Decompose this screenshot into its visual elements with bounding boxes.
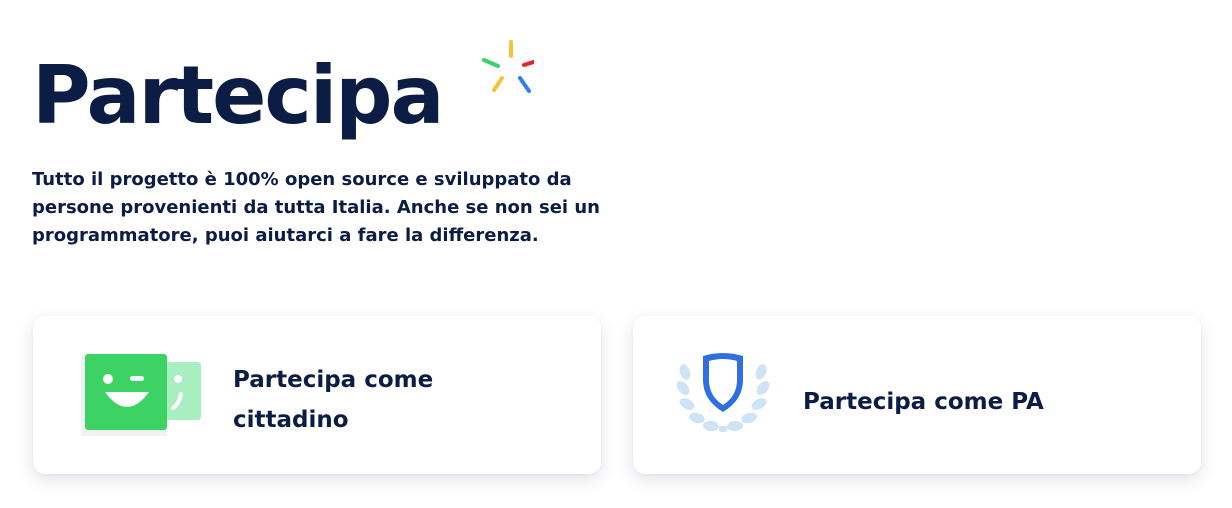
hero-description: Tutto il progetto è 100% open source e s… — [32, 169, 600, 246]
page-title: Partecipa — [32, 49, 445, 142]
sparkle-icon — [482, 40, 534, 93]
participate-citizen-card[interactable]: Partecipa come cittadino — [33, 316, 601, 474]
participate-pa-card[interactable]: Partecipa come PA — [633, 316, 1201, 474]
shield-laurel-icon — [676, 353, 770, 432]
pa-card-label: Partecipa come PA — [803, 389, 1044, 415]
citizen-face-icon — [81, 354, 201, 436]
hero-title-wrap: Partecipa — [32, 40, 572, 150]
citizen-card-label: Partecipa come cittadino — [233, 367, 434, 433]
